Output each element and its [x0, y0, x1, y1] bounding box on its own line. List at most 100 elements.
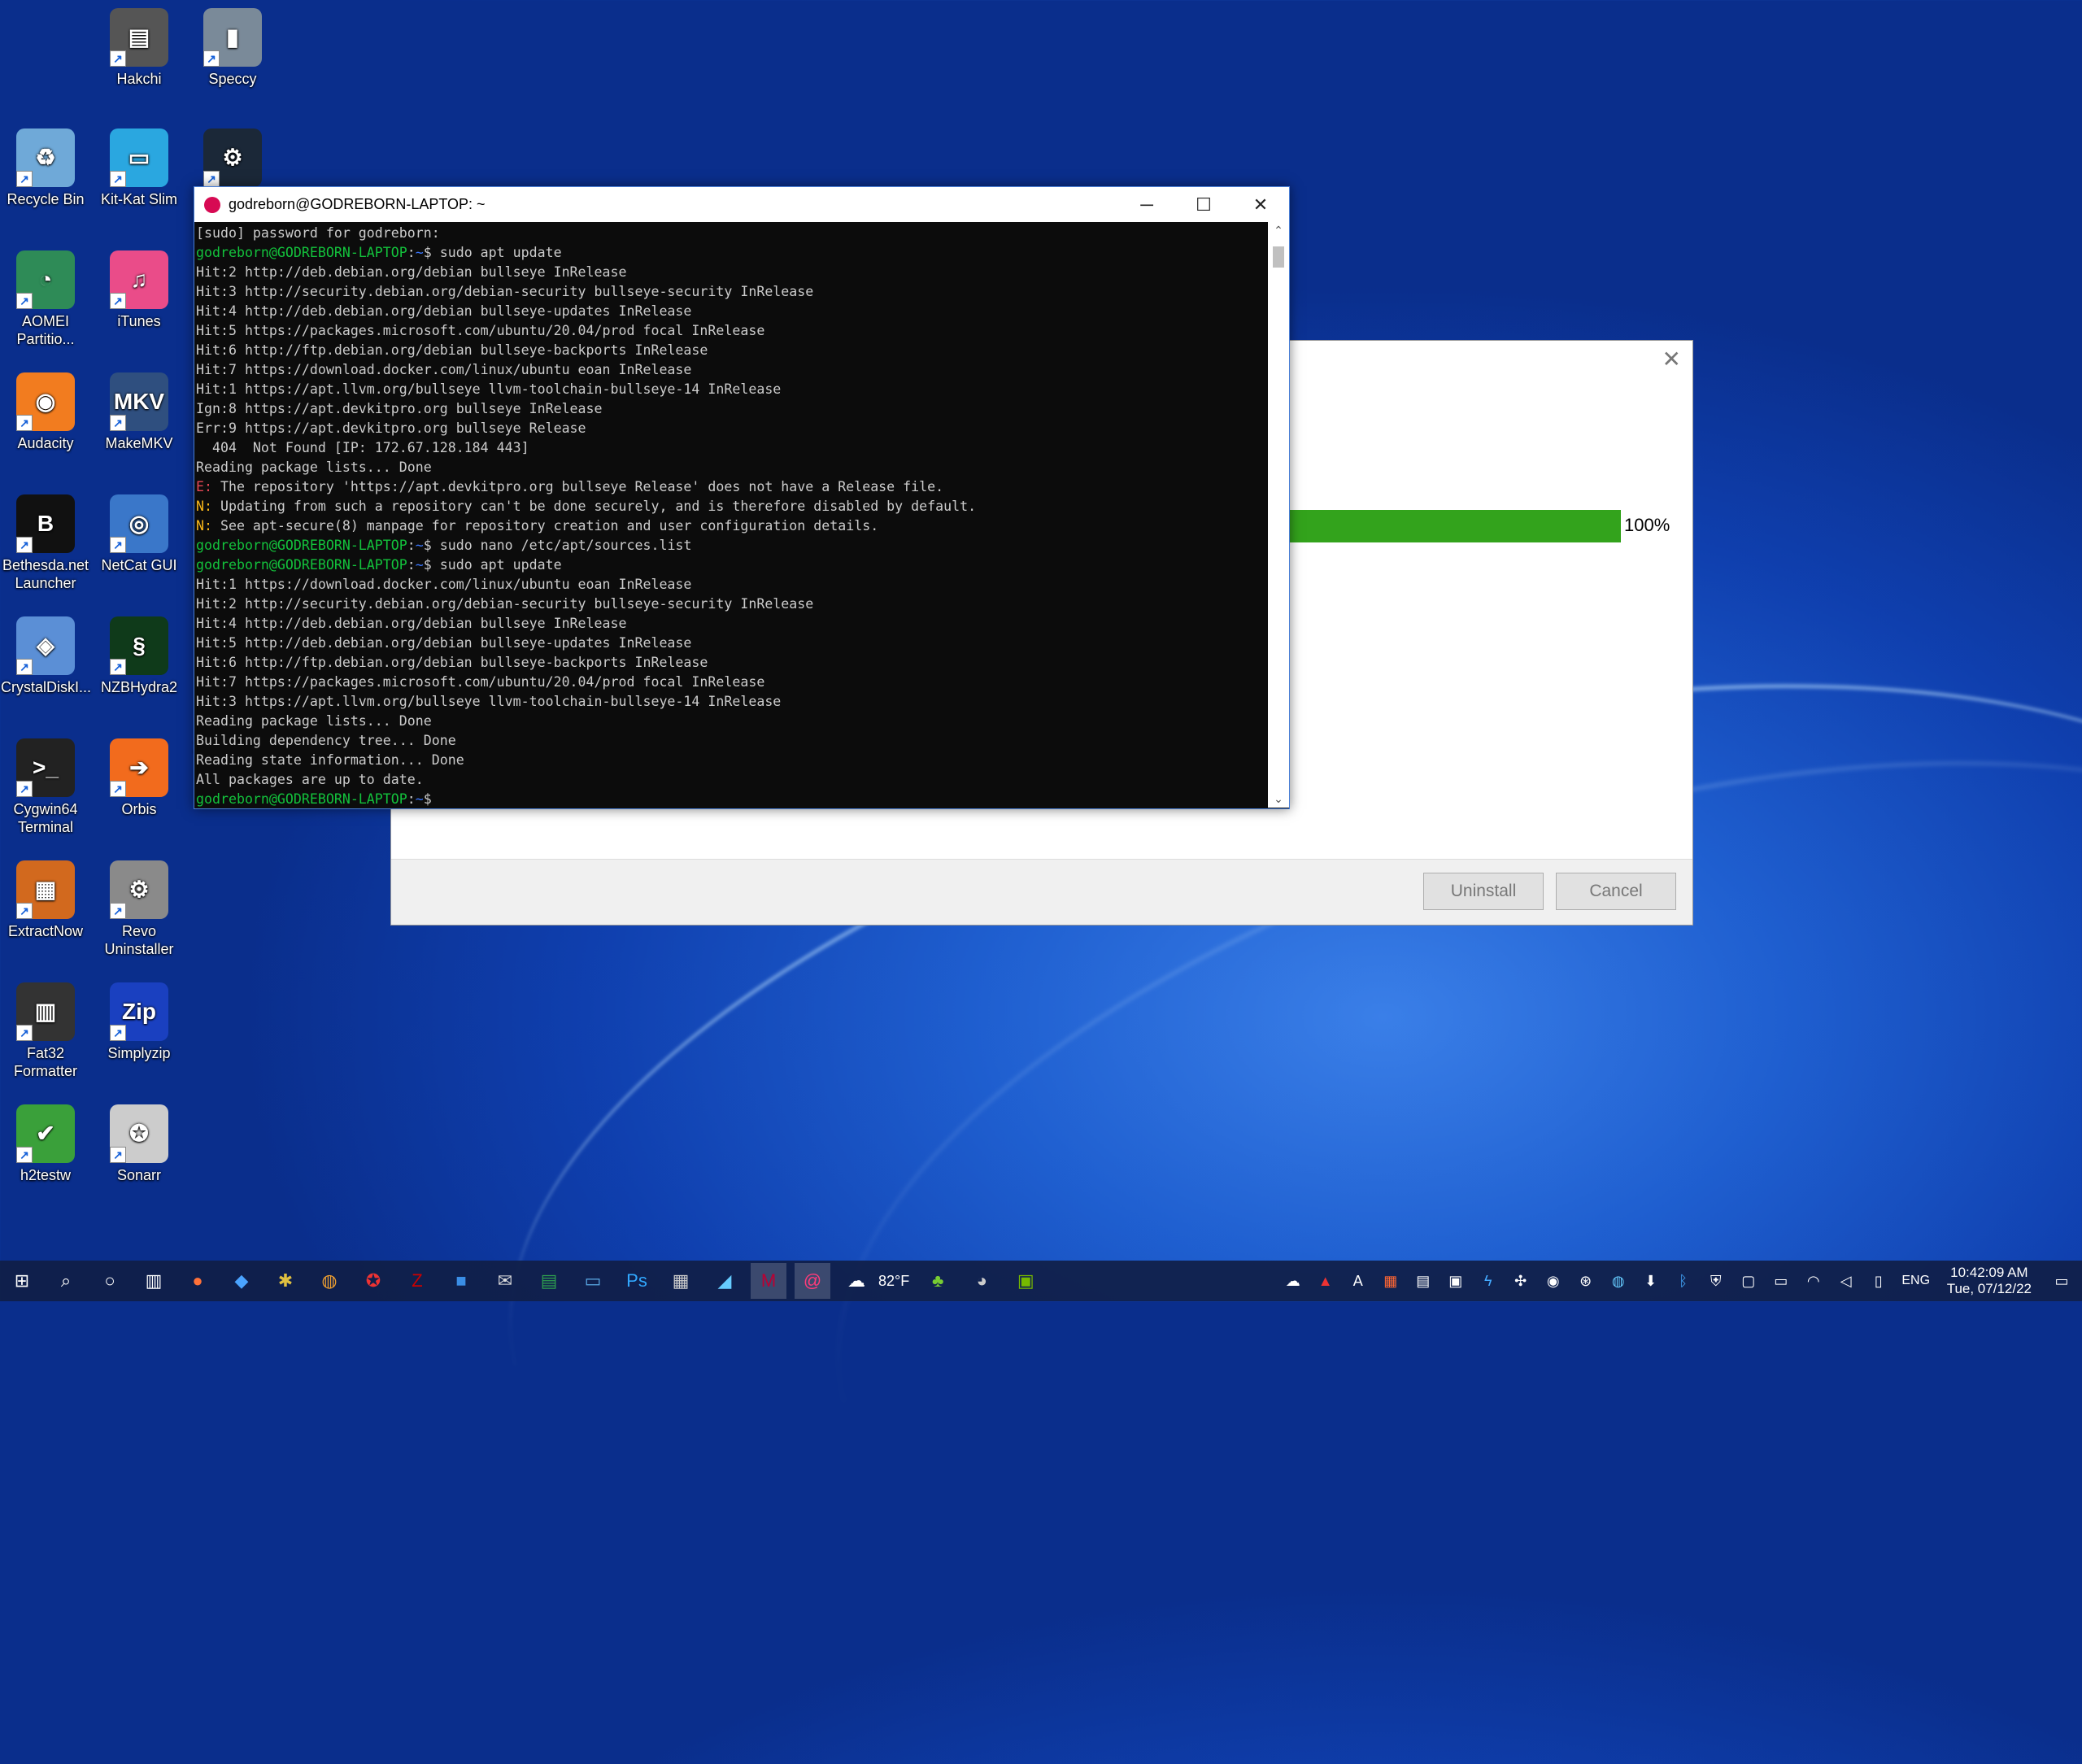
steam-icon[interactable]: ◉ — [1537, 1273, 1570, 1290]
desktop-icon-label: NZBHydra2 — [100, 679, 178, 695]
uninstall-button[interactable]: Uninstall — [1423, 873, 1544, 910]
terminal-titlebar[interactable]: godreborn@GODREBORN-LAPTOP: ~ ─ ☐ ✕ — [194, 187, 1289, 222]
desktop-icon[interactable]: MKV ↗ MakeMKV — [94, 372, 184, 452]
tray-icon[interactable]: ϟ — [1472, 1273, 1505, 1290]
tray-icon[interactable]: ▤ — [1407, 1273, 1440, 1290]
maximize-button[interactable]: ☐ — [1175, 187, 1232, 222]
minimize-button[interactable]: ─ — [1118, 187, 1175, 222]
task-view-icon[interactable]: ▥ — [136, 1263, 172, 1299]
shortcut-arrow-icon: ↗ — [110, 659, 126, 675]
shortcut-arrow-icon: ↗ — [16, 903, 33, 919]
bluetooth-icon[interactable]: ᛒ — [1667, 1273, 1700, 1290]
cortana-icon[interactable]: ○ — [92, 1263, 128, 1299]
terminal-output[interactable]: [sudo] password for godreborn: godreborn@… — [196, 224, 1268, 808]
app-icon[interactable]: M — [751, 1263, 786, 1299]
battery-icon[interactable]: ▭ — [1765, 1273, 1797, 1290]
download-icon[interactable]: ⬇ — [1635, 1273, 1667, 1290]
terminal-window[interactable]: godreborn@GODREBORN-LAPTOP: ~ ─ ☐ ✕ [sud… — [194, 186, 1290, 809]
app-icon[interactable]: ▤ — [531, 1263, 567, 1299]
desktop-icon[interactable]: Zip ↗ Simplyzip — [94, 982, 184, 1062]
app-icon: § ↗ — [110, 616, 168, 675]
terminal-text: Hit:2 http://deb.debian.org/debian bulls… — [196, 264, 627, 280]
tray-icon[interactable]: ☁ — [1277, 1273, 1309, 1290]
app-icon[interactable]: ■ — [443, 1263, 479, 1299]
desktop-icon[interactable]: ✔ ↗ h2testw — [1, 1104, 90, 1184]
shield-icon[interactable]: ⛨ — [1700, 1273, 1732, 1290]
search-icon[interactable]: ⌕ — [48, 1263, 84, 1299]
scroll-down-icon[interactable]: ⌄ — [1268, 792, 1289, 806]
clock[interactable]: 10:42:09 AM Tue, 07/12/22 — [1947, 1265, 2032, 1297]
scrollbar[interactable]: ⌃ ⌄ — [1268, 222, 1289, 808]
desktop-icon[interactable]: ▭ ↗ Kit-Kat Slim — [94, 128, 184, 208]
desktop-icon[interactable]: ◈ ↗ CrystalDiskI... — [1, 616, 91, 696]
desktop-icon[interactable]: ◔ ↗ AOMEI Partitio... — [1, 250, 90, 348]
desktop-icon[interactable]: ▦ ↗ ExtractNow — [1, 860, 90, 940]
desktop-icon-label: Simplyzip — [107, 1045, 171, 1061]
desktop-icon[interactable]: ✪ ↗ Sonarr — [94, 1104, 184, 1184]
close-icon[interactable]: ✕ — [1662, 346, 1681, 372]
close-button[interactable]: ✕ — [1232, 187, 1289, 222]
tray-icon[interactable]: ▯ — [1862, 1273, 1895, 1290]
weather-temp[interactable]: 82°F — [878, 1273, 909, 1290]
tray-icon[interactable]: ▢ — [1732, 1273, 1765, 1290]
desktop-icon[interactable]: B ↗ Bethesda.net Launcher — [1, 494, 90, 592]
nvidia-icon[interactable]: ▣ — [1008, 1263, 1043, 1299]
app-icon[interactable]: ◍ — [311, 1263, 347, 1299]
tray-icon[interactable]: ▦ — [1374, 1273, 1407, 1290]
terminal-text: Hit:4 http://deb.debian.org/debian bulls… — [196, 303, 692, 319]
calculator-icon[interactable]: ▦ — [663, 1263, 699, 1299]
desktop-icon[interactable]: ▮ ↗ Speccy — [188, 8, 277, 88]
terminal-text: All packages are up to date. — [196, 772, 424, 787]
shortcut-arrow-icon: ↗ — [203, 171, 220, 187]
desktop-icon[interactable]: ▤ ↗ Hakchi — [94, 8, 184, 88]
desktop-icon[interactable]: ◉ ↗ Audacity — [1, 372, 90, 452]
terminal-line: Err:9 https://apt.devkitpro.org bullseye… — [196, 419, 1268, 438]
tray-icon[interactable]: ⊛ — [1570, 1273, 1602, 1290]
terminal-line: Hit:5 https://packages.microsoft.com/ubu… — [196, 321, 1268, 341]
app-icon[interactable]: ✉ — [487, 1263, 523, 1299]
photoshop-icon[interactable]: Ps — [619, 1263, 655, 1299]
app-icon[interactable]: ◆ — [224, 1263, 259, 1299]
desktop-icon[interactable]: ➔ ↗ Orbis — [94, 738, 184, 818]
debian-taskbar-icon[interactable]: @ — [795, 1263, 830, 1299]
desktop-icon-label: MakeMKV — [105, 435, 173, 451]
volume-icon[interactable]: ◁ — [1830, 1273, 1862, 1290]
desktop-icon[interactable]: § ↗ NZBHydra2 — [94, 616, 184, 696]
terminal-text: Hit:2 http://security.debian.org/debian-… — [196, 596, 814, 612]
scroll-up-icon[interactable]: ⌃ — [1268, 224, 1289, 237]
wifi-icon[interactable]: ◠ — [1797, 1273, 1830, 1290]
desktop-icon[interactable]: >_ ↗ Cygwin64 Terminal — [1, 738, 90, 836]
tray-icon[interactable]: ▣ — [1440, 1273, 1472, 1290]
app-icon: ▤ ↗ — [110, 8, 168, 67]
desktop-icon-label: Cygwin64 Terminal — [13, 801, 78, 835]
scrollbar-thumb[interactable] — [1273, 246, 1284, 268]
app-icon[interactable]: ✪ — [355, 1263, 391, 1299]
start-icon[interactable]: ⊞ — [4, 1263, 40, 1299]
weather-icon[interactable]: ☁ — [838, 1263, 874, 1299]
terminal-text: godreborn@GODREBORN-LAPTOP — [196, 557, 407, 573]
desktop-icon[interactable]: ♻ ↗ Recycle Bin — [1, 128, 90, 208]
firefox-icon[interactable]: ● — [180, 1263, 216, 1299]
discord-icon[interactable]: ◕ — [964, 1263, 1000, 1299]
terminal-text: Building dependency tree... Done — [196, 733, 456, 748]
cancel-button[interactable]: Cancel — [1556, 873, 1676, 910]
app-icon[interactable]: ◢ — [707, 1263, 743, 1299]
tray-icon[interactable]: A — [1342, 1273, 1374, 1290]
terminal-line: Hit:3 http://security.debian.org/debian-… — [196, 282, 1268, 302]
tray-icon[interactable]: ◍ — [1602, 1273, 1635, 1290]
language-indicator[interactable]: ENG — [1895, 1274, 1937, 1288]
notification-icon[interactable]: ▭ — [2041, 1273, 2082, 1290]
desktop-icon[interactable]: ◎ ↗ NetCat GUI — [94, 494, 184, 574]
terminal-text: Hit:5 https://packages.microsoft.com/ubu… — [196, 323, 765, 338]
desktop-icon[interactable]: ▥ ↗ Fat32 Formatter — [1, 982, 90, 1080]
tray-icon[interactable]: ✣ — [1505, 1273, 1537, 1290]
desktop-icon[interactable]: ⚙ ↗ Revo Uninstaller — [94, 860, 184, 958]
tray-icon[interactable]: ▲ — [1309, 1273, 1342, 1290]
desktop-icon[interactable]: ♫ ↗ iTunes — [94, 250, 184, 330]
app-icon[interactable]: ▭ — [575, 1263, 611, 1299]
app-icon[interactable]: ♣ — [920, 1263, 956, 1299]
app-icon[interactable]: ✱ — [268, 1263, 303, 1299]
filezilla-icon[interactable]: Z — [399, 1263, 435, 1299]
desktop-icon-label: Sonarr — [116, 1167, 162, 1183]
debian-icon — [204, 196, 220, 213]
